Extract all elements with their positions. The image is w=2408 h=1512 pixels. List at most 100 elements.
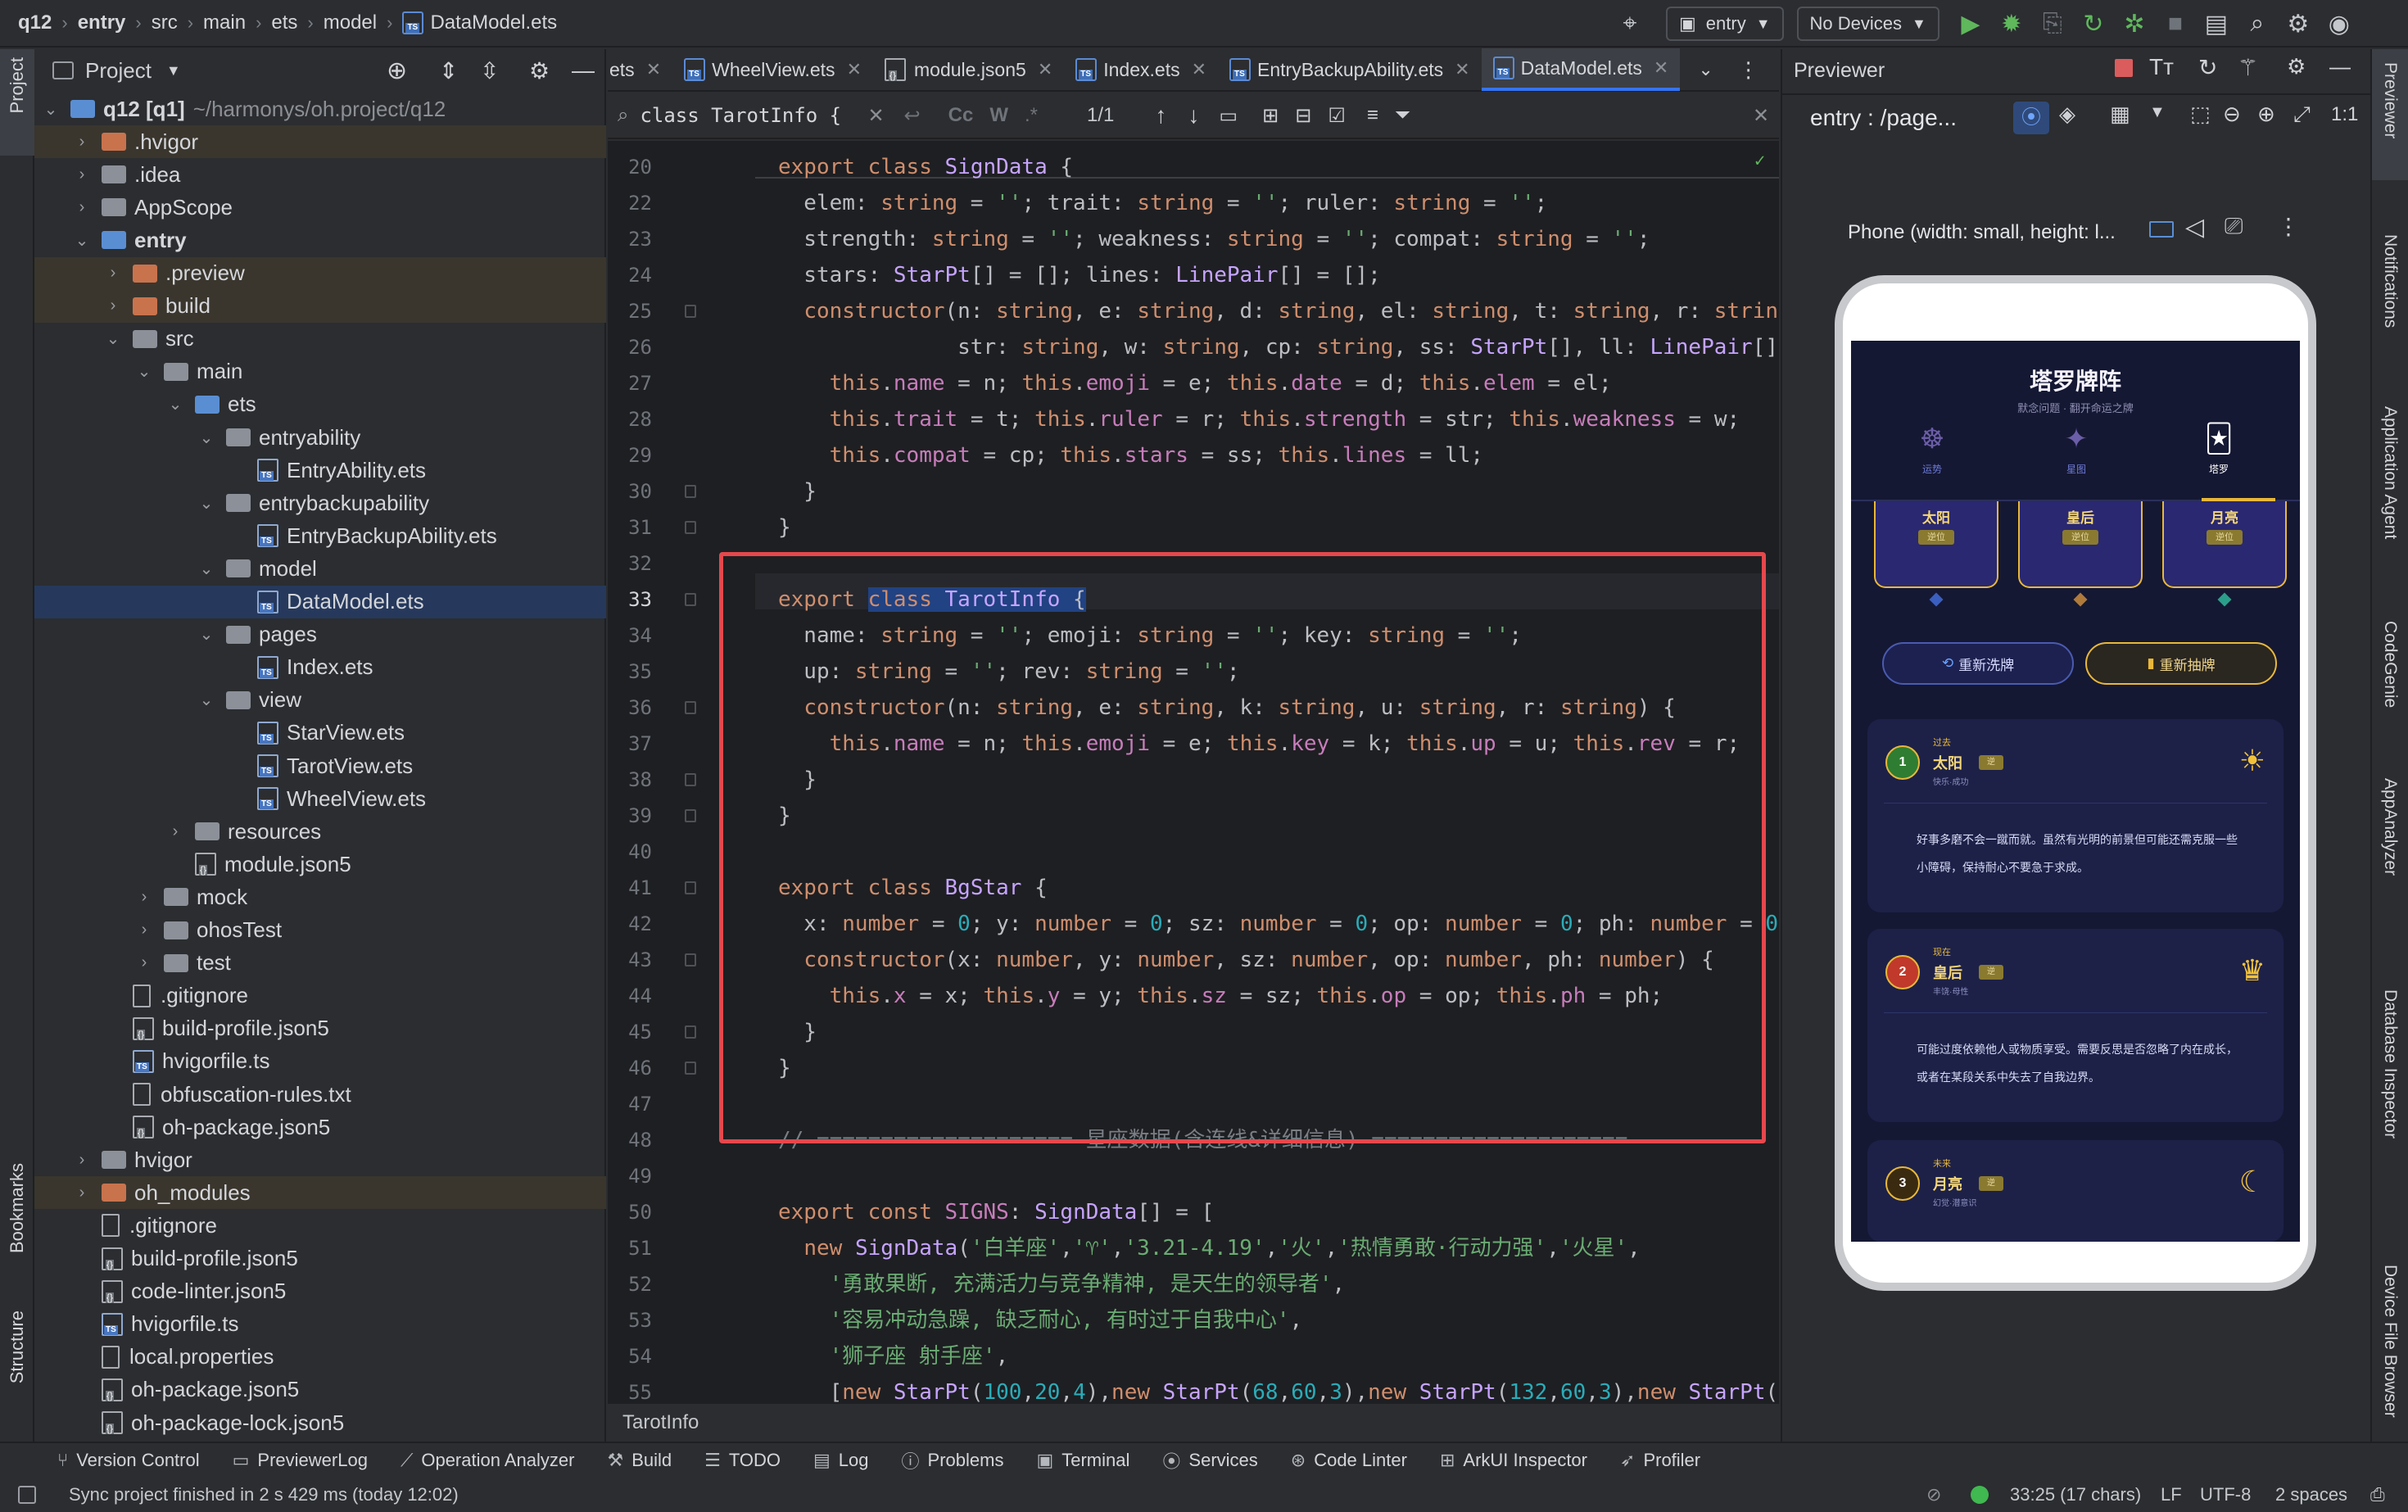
tree-item[interactable]: ⌄ model (34, 552, 606, 585)
fold-marker-icon[interactable] (685, 1062, 696, 1075)
tree-item[interactable]: build-profile.json5 (34, 1012, 606, 1045)
tree-item[interactable]: › .hvigor (34, 125, 606, 159)
close-icon[interactable]: ✕ (1192, 59, 1206, 80)
code-linter-tool[interactable]: ⊛ Code Linter (1291, 1450, 1407, 1471)
select-all-occurrences-icon[interactable]: ▭ (1219, 104, 1238, 128)
code-line[interactable]: } (778, 473, 817, 509)
fold-marker-icon[interactable] (685, 809, 696, 822)
build-tool[interactable]: ⚒ Build (607, 1450, 672, 1471)
fold-marker-icon[interactable] (685, 305, 696, 318)
chevron-down-icon[interactable]: ▼ (166, 62, 181, 79)
tab-entrybackupability[interactable]: EntryBackupAbility.ets ✕ (1218, 48, 1482, 91)
code-line[interactable]: export class SignData { (778, 149, 1073, 185)
reading-card[interactable]: 2 现在 皇后 逆丰饶·母性 ♛ 可能过度依赖他人或物质享受。需要反思是否忽略了内在成长，… (1867, 929, 2284, 1122)
profile-icon[interactable]: ✲ (2118, 7, 2151, 40)
bookmarks-tool-button[interactable]: Bookmarks (7, 1163, 28, 1253)
fold-marker-icon[interactable] (685, 701, 696, 714)
chevron-down-icon[interactable]: ⌄ (167, 394, 183, 414)
hot-reload-icon[interactable]: ↻ (2077, 7, 2110, 40)
tree-item[interactable]: ⌄ main (34, 355, 606, 388)
code-line[interactable]: stars: StarPt[] = []; lines: LinePair[] … (778, 257, 1380, 293)
stop-preview-icon[interactable] (2115, 59, 2133, 77)
chevron-down-icon[interactable]: ⌄ (136, 361, 152, 382)
code-line[interactable]: strength: string = ''; weakness: string … (778, 221, 1650, 257)
tree-item[interactable]: › test (34, 947, 606, 980)
fold-marker-icon[interactable] (685, 521, 696, 534)
chevron-down-icon[interactable]: ⌄ (105, 328, 121, 349)
font-size-icon[interactable]: Tт (2149, 54, 2174, 80)
grid-icon[interactable]: ▦ (2110, 102, 2130, 127)
zoom-in-icon[interactable]: ⊕ (2257, 102, 2275, 127)
indent-setting[interactable]: 2 spaces (2275, 1484, 2347, 1505)
app-nav-item[interactable]: 🃏 塔罗 (2188, 423, 2249, 476)
code-line[interactable]: str: string, w: string, cp: string, ss: … (778, 329, 1779, 365)
component-mode-icon[interactable]: ⦿ (2013, 102, 2049, 134)
code-line[interactable]: [new StarPt(100,20,4),new StarPt(68,60,3… (778, 1374, 1779, 1402)
gear-icon[interactable]: ⚙ (2287, 54, 2306, 79)
tree-item[interactable]: › .idea (34, 158, 606, 191)
expand-all-icon[interactable]: ⇕ (439, 57, 458, 84)
layers-icon[interactable]: ◈ (2059, 102, 2075, 127)
caret-position[interactable]: 33:25 (17 chars) (2010, 1484, 2141, 1505)
device-manager-icon[interactable]: ▤ (2200, 7, 2233, 40)
gear-icon[interactable]: ⚙ (529, 57, 550, 84)
tarot-card[interactable]: 皇后 逆位 (2018, 501, 2143, 607)
project-tool-button[interactable]: Project (7, 57, 28, 113)
tree-item[interactable]: › mock (34, 880, 606, 913)
words-toggle[interactable]: W (989, 104, 1008, 127)
chevron-right-icon[interactable]: › (136, 888, 152, 907)
fold-marker-icon[interactable] (685, 593, 696, 606)
previewer-log-tool[interactable]: ▭ PreviewerLog (233, 1450, 368, 1471)
close-icon[interactable]: ✕ (646, 59, 661, 80)
tree-item[interactable]: EntryBackupAbility.ets (34, 519, 606, 552)
close-icon[interactable]: ✕ (1654, 57, 1668, 79)
tree-item[interactable]: WheelView.ets (34, 782, 606, 815)
close-icon[interactable]: ✕ (1038, 59, 1052, 80)
operation-analyzer-tool[interactable]: ⟋ Operation Analyzer (401, 1450, 575, 1471)
tab-datamodel[interactable]: DataModel.ets ✕ (1481, 48, 1681, 91)
tree-item[interactable]: › .preview (34, 256, 606, 290)
chevron-right-icon[interactable]: › (74, 198, 90, 217)
appanalyzer-tool-button[interactable]: AppAnalyzer (2380, 778, 2400, 876)
more-icon[interactable]: ⋮ (2277, 213, 2300, 240)
attach-debugger-icon[interactable]: ⎘ (2036, 7, 2069, 40)
tree-item[interactable]: › hvigor (34, 1143, 606, 1176)
previous-match-icon[interactable]: ↑ (1155, 102, 1166, 129)
breadcrumb-ets[interactable]: ets (271, 11, 297, 34)
device-file-browser-tool-button[interactable]: Device File Browser (2380, 1265, 2400, 1418)
draw-button[interactable]: ▮ 重新抽牌 (2085, 642, 2277, 685)
tree-item[interactable]: oh-package.json5 (34, 1374, 606, 1406)
code-line[interactable]: this.name = n; this.emoji = e; this.date… (778, 365, 1612, 401)
app-nav-item[interactable]: ✦ 星图 (2046, 423, 2107, 476)
file-encoding[interactable]: UTF-8 (2200, 1484, 2251, 1505)
tree-item[interactable]: module.json5 (34, 848, 606, 880)
new-line-icon[interactable]: ↩ (904, 104, 921, 128)
tree-item[interactable]: › build (34, 289, 606, 323)
filter-icon[interactable]: ⏷ (1395, 104, 1410, 127)
inspector-icon[interactable]: ⚚ (2238, 54, 2258, 81)
match-case-toggle[interactable]: Cc (948, 104, 974, 127)
status-message[interactable]: Sync project finished in 2 s 429 ms (tod… (69, 1484, 459, 1505)
back-icon[interactable]: ◁ (2185, 213, 2204, 242)
tree-item[interactable]: build-profile.json5 (34, 1243, 606, 1275)
code-line[interactable]: constructor(n: string, e: string, d: str… (778, 293, 1779, 329)
find-input[interactable]: class TarotInfo { (640, 104, 861, 127)
minimize-icon[interactable]: — (572, 57, 595, 84)
code-line[interactable]: this.compat = cp; this.stars = ss; this.… (778, 437, 1483, 473)
breadcrumb-src[interactable]: src (152, 11, 178, 34)
readonly-lock-icon[interactable]: ⎙ (2370, 1484, 2385, 1505)
chevron-down-icon[interactable]: ⌄ (198, 624, 215, 645)
breadcrumb-file[interactable]: DataModel.ets (402, 11, 557, 34)
search-icon[interactable]: ⌕ (2241, 7, 2274, 40)
fit-icon[interactable]: ⬚ (2190, 102, 2211, 127)
route-select[interactable]: entry : /page... (1810, 105, 1957, 131)
fullscreen-icon[interactable]: ⤢ (2293, 102, 2311, 128)
previewer-tool-button[interactable]: Previewer (2380, 62, 2400, 138)
tree-item[interactable]: ⌄ src (34, 323, 606, 355)
user-icon[interactable]: ◉ (2323, 7, 2356, 40)
chevron-right-icon[interactable]: › (74, 165, 90, 184)
line-separator[interactable]: LF (2161, 1484, 2182, 1505)
breadcrumb-main[interactable]: main (203, 11, 246, 34)
application-agent-tool-button[interactable]: Application Agent (2380, 406, 2400, 539)
tree-item[interactable]: oh-package-lock.json5 (34, 1406, 606, 1439)
